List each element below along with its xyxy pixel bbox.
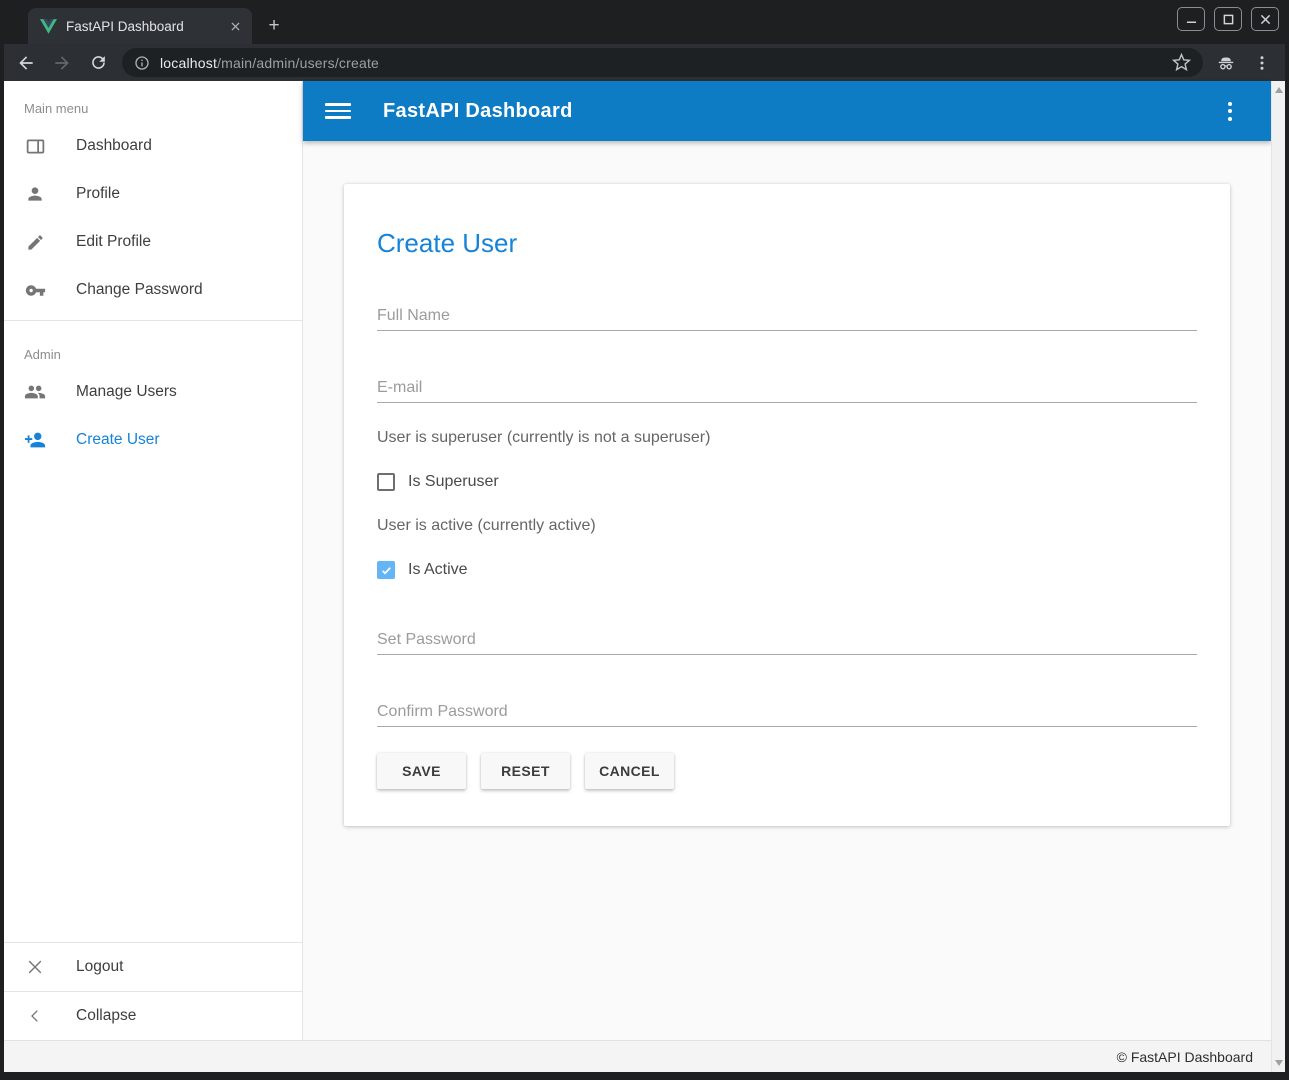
sidebar-item-label: Dashboard bbox=[76, 137, 152, 155]
appbar: FastAPI Dashboard bbox=[303, 81, 1271, 141]
scrollbar-down-arrow[interactable] bbox=[1272, 1056, 1285, 1070]
window-controls bbox=[1177, 7, 1279, 31]
sidebar-item-label: Collapse bbox=[76, 1007, 136, 1025]
browser-menu-icon[interactable] bbox=[1249, 50, 1275, 76]
person-icon bbox=[24, 183, 46, 205]
window-close-button[interactable] bbox=[1251, 7, 1279, 31]
main-content: Create User User is superuser (currently… bbox=[303, 141, 1271, 1040]
bookmark-star-icon[interactable] bbox=[1172, 53, 1191, 72]
pencil-icon bbox=[24, 231, 46, 253]
cancel-button[interactable]: CANCEL bbox=[585, 753, 674, 789]
appbar-title: FastAPI Dashboard bbox=[383, 100, 573, 123]
sidebar-item-dashboard[interactable]: Dashboard bbox=[4, 122, 302, 170]
close-icon bbox=[24, 956, 46, 978]
active-hint: User is active (currently active) bbox=[377, 517, 1197, 535]
page-info-icon[interactable] bbox=[134, 55, 150, 71]
superuser-hint: User is superuser (currently is not a su… bbox=[377, 429, 1197, 447]
url-path: /main/admin/users/create bbox=[217, 55, 379, 71]
menu-hamburger-icon[interactable] bbox=[325, 98, 351, 124]
reset-button[interactable]: RESET bbox=[481, 753, 570, 789]
sidebar-item-edit-profile[interactable]: Edit Profile bbox=[4, 218, 302, 266]
sidebar-section-main-menu: Main menu bbox=[4, 81, 302, 122]
save-button[interactable]: SAVE bbox=[377, 753, 466, 789]
person-add-icon bbox=[24, 429, 46, 451]
confirm-password-field[interactable] bbox=[377, 697, 1197, 727]
key-icon bbox=[24, 279, 46, 301]
sidebar-item-label: Logout bbox=[76, 958, 123, 976]
sidebar-item-change-password[interactable]: Change Password bbox=[4, 266, 302, 314]
chevron-left-icon bbox=[24, 1005, 46, 1027]
url-host: localhost bbox=[160, 55, 217, 71]
scrollbar-up-arrow[interactable] bbox=[1272, 83, 1285, 97]
vue-logo-icon bbox=[40, 19, 57, 34]
sidebar-item-profile[interactable]: Profile bbox=[4, 170, 302, 218]
full-name-field[interactable] bbox=[377, 301, 1197, 331]
page-title: Create User bbox=[377, 184, 1197, 259]
forward-button[interactable] bbox=[48, 49, 76, 77]
vertical-scrollbar[interactable] bbox=[1271, 81, 1285, 1072]
footer-copyright: © FastAPI Dashboard bbox=[1117, 1049, 1253, 1065]
sidebar: Main menu Dashboard Profile Edit Profile bbox=[4, 81, 303, 1040]
new-tab-button[interactable]: + bbox=[262, 14, 286, 38]
dashboard-icon bbox=[24, 135, 46, 157]
sidebar-item-label: Profile bbox=[76, 185, 120, 203]
superuser-checkbox-row[interactable]: Is Superuser bbox=[377, 473, 1197, 491]
form-actions: SAVE RESET CANCEL bbox=[377, 753, 1197, 789]
sidebar-item-manage-users[interactable]: Manage Users bbox=[4, 368, 302, 416]
sidebar-item-logout[interactable]: Logout bbox=[4, 943, 302, 991]
active-checkbox-label[interactable]: Is Active bbox=[408, 561, 468, 579]
sidebar-item-label: Edit Profile bbox=[76, 233, 151, 251]
window-minimize-button[interactable] bbox=[1177, 7, 1205, 31]
sidebar-item-label: Create User bbox=[76, 431, 160, 449]
sidebar-bottom: Logout Collapse bbox=[4, 942, 302, 1040]
incognito-icon bbox=[1213, 50, 1239, 76]
tab-close-icon[interactable] bbox=[226, 17, 244, 35]
active-checkbox-row[interactable]: Is Active bbox=[377, 561, 1197, 579]
address-bar[interactable]: localhost/main/admin/users/create bbox=[122, 48, 1203, 77]
page-viewport: Main menu Dashboard Profile Edit Profile bbox=[4, 81, 1285, 1072]
appbar-overflow-menu-icon[interactable] bbox=[1217, 98, 1243, 124]
check-icon bbox=[380, 564, 393, 577]
active-checkbox[interactable] bbox=[377, 561, 395, 579]
window-maximize-button[interactable] bbox=[1214, 7, 1242, 31]
browser-window: FastAPI Dashboard + bbox=[0, 0, 1289, 1080]
sidebar-section-admin: Admin bbox=[4, 327, 302, 368]
browser-tab[interactable]: FastAPI Dashboard bbox=[28, 8, 252, 44]
url-text: localhost/main/admin/users/create bbox=[160, 55, 379, 71]
browser-titlebar: FastAPI Dashboard + bbox=[0, 0, 1289, 44]
set-password-field[interactable] bbox=[377, 625, 1197, 655]
sidebar-item-label: Manage Users bbox=[76, 383, 177, 401]
browser-toolbar: localhost/main/admin/users/create bbox=[4, 44, 1285, 81]
reload-button[interactable] bbox=[84, 49, 112, 77]
sidebar-item-collapse[interactable]: Collapse bbox=[4, 992, 302, 1040]
email-field[interactable] bbox=[377, 373, 1197, 403]
footer: © FastAPI Dashboard bbox=[4, 1040, 1271, 1072]
tab-title: FastAPI Dashboard bbox=[66, 19, 226, 34]
back-button[interactable] bbox=[12, 49, 40, 77]
sidebar-item-label: Change Password bbox=[76, 281, 203, 299]
sidebar-divider bbox=[4, 320, 302, 321]
superuser-checkbox[interactable] bbox=[377, 473, 395, 491]
sidebar-item-create-user[interactable]: Create User bbox=[4, 416, 302, 464]
create-user-card: Create User User is superuser (currently… bbox=[344, 184, 1230, 826]
superuser-checkbox-label[interactable]: Is Superuser bbox=[408, 473, 499, 491]
people-icon bbox=[24, 381, 46, 403]
